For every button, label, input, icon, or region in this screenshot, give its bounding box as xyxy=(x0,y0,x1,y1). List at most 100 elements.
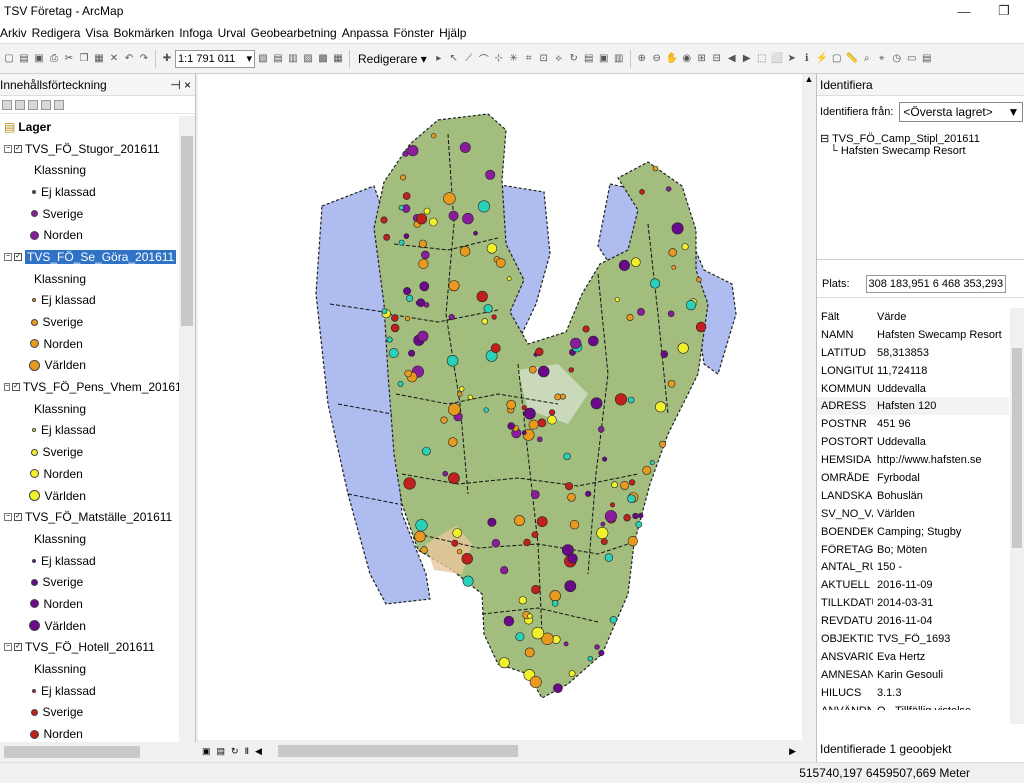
poi-marker[interactable] xyxy=(528,419,539,430)
poi-marker[interactable] xyxy=(695,321,707,333)
poi-marker[interactable] xyxy=(596,526,609,539)
menu-redigera[interactable]: Redigera xyxy=(32,26,86,40)
attribute-row[interactable]: REVDATUM 2016-11-04 xyxy=(817,612,1009,630)
toolbox-icon[interactable]: ▨ xyxy=(301,51,315,67)
poi-marker[interactable] xyxy=(402,192,411,200)
list-by-source-icon[interactable] xyxy=(15,99,25,110)
poi-marker[interactable] xyxy=(623,514,631,522)
poi-marker[interactable] xyxy=(685,300,697,311)
python-icon[interactable]: ▩ xyxy=(316,51,330,67)
poi-marker[interactable] xyxy=(564,580,577,593)
poi-marker[interactable] xyxy=(462,212,474,225)
poi-marker[interactable] xyxy=(565,482,574,491)
poi-marker[interactable] xyxy=(407,145,419,157)
poi-marker[interactable] xyxy=(414,530,426,543)
menu-bokmarken[interactable]: Bokmärken xyxy=(114,26,180,40)
poi-marker[interactable] xyxy=(486,243,498,254)
scroll-thumb[interactable] xyxy=(181,136,193,326)
poi-marker[interactable] xyxy=(551,599,559,607)
poi-marker[interactable] xyxy=(598,426,605,433)
poi-marker[interactable] xyxy=(632,512,639,520)
visibility-checkbox[interactable]: ✓ xyxy=(12,383,20,392)
full-extent-icon[interactable]: ◉ xyxy=(680,51,694,67)
poi-marker[interactable] xyxy=(600,538,608,545)
attribute-row[interactable]: LANDSKAP Bohuslän xyxy=(817,487,1009,505)
viewer-icon[interactable]: ▭ xyxy=(905,51,919,67)
poi-marker[interactable] xyxy=(553,683,563,694)
poi-marker[interactable] xyxy=(547,415,557,425)
menu-arkiv[interactable]: Arkiv xyxy=(0,26,32,40)
swipe-icon[interactable]: ▤ xyxy=(920,51,934,67)
hyperlink-icon[interactable]: ⚡ xyxy=(815,51,829,67)
layer-row[interactable]: − ✓ TVS_FÖ_Hotell_201611 xyxy=(0,637,180,659)
poi-marker[interactable] xyxy=(515,632,525,642)
poi-marker[interactable] xyxy=(567,492,576,502)
poi-marker[interactable] xyxy=(507,422,516,430)
poi-marker[interactable] xyxy=(530,490,540,499)
poi-marker[interactable] xyxy=(447,403,461,416)
poi-marker[interactable] xyxy=(523,407,536,420)
edit-annotation-icon[interactable]: ↖ xyxy=(447,51,461,67)
poi-marker[interactable] xyxy=(563,641,569,647)
poi-marker[interactable] xyxy=(420,546,428,554)
poi-marker[interactable] xyxy=(398,205,405,211)
poi-marker[interactable] xyxy=(431,133,437,139)
poi-marker[interactable] xyxy=(404,315,411,322)
collapse-icon[interactable]: − xyxy=(4,144,12,153)
add-data-icon[interactable]: ✚ xyxy=(160,51,174,67)
poi-marker[interactable] xyxy=(429,217,438,227)
poi-marker[interactable] xyxy=(406,294,414,302)
attribute-row[interactable]: FÖRETAGSK Bo; Möten xyxy=(817,541,1009,559)
poi-marker[interactable] xyxy=(448,472,460,485)
poi-marker[interactable] xyxy=(483,304,493,314)
undo-icon[interactable]: ↶ xyxy=(122,51,136,67)
poi-marker[interactable] xyxy=(568,367,574,373)
poi-marker[interactable] xyxy=(667,310,675,318)
poi-marker[interactable] xyxy=(462,575,474,587)
model-builder-icon[interactable]: ▦ xyxy=(331,51,345,67)
poi-marker[interactable] xyxy=(649,460,655,465)
new-document-icon[interactable]: ▢ xyxy=(2,51,16,67)
collapse-icon[interactable]: − xyxy=(4,513,12,522)
zoom-in-icon[interactable]: ⊕ xyxy=(635,51,649,67)
attribute-row[interactable]: LATITUD 58,313853 xyxy=(817,344,1009,362)
scroll-thumb[interactable] xyxy=(278,745,518,757)
menu-anpassa[interactable]: Anpassa xyxy=(342,26,394,40)
poi-marker[interactable] xyxy=(446,354,459,367)
paste-icon[interactable]: ▦ xyxy=(92,51,106,67)
poi-marker[interactable] xyxy=(594,644,600,650)
poi-marker[interactable] xyxy=(549,590,561,602)
poi-marker[interactable] xyxy=(627,396,635,404)
poi-marker[interactable] xyxy=(677,342,689,354)
attribute-row[interactable]: TILLKDATUM 2014-03-31 xyxy=(817,594,1009,612)
poi-marker[interactable] xyxy=(524,647,535,658)
map-vertical-scrollbar[interactable]: ▲ xyxy=(802,74,816,740)
poi-marker[interactable] xyxy=(549,409,556,416)
identify-from-select[interactable]: <Översta lagret> ▼ xyxy=(899,102,1024,122)
poi-marker[interactable] xyxy=(620,480,630,490)
find-icon[interactable]: ⌕ xyxy=(860,51,874,67)
poi-marker[interactable] xyxy=(386,336,393,343)
poi-marker[interactable] xyxy=(417,330,429,342)
refresh-icon[interactable]: ↻ xyxy=(231,746,239,757)
layer-row[interactable]: − ✓ TVS_FÖ_Se_Göra_201611 xyxy=(0,246,180,268)
delete-icon[interactable]: ✕ xyxy=(107,51,121,67)
toc-options-icon[interactable] xyxy=(54,99,64,110)
poi-marker[interactable] xyxy=(696,276,702,283)
poi-marker[interactable] xyxy=(397,380,404,387)
poi-marker[interactable] xyxy=(611,481,618,489)
poi-marker[interactable] xyxy=(531,626,545,640)
result-layer-node[interactable]: ⊟ TVS_FÖ_Camp_Stipl_201611 xyxy=(820,132,1021,145)
poi-marker[interactable] xyxy=(456,548,463,555)
poi-marker[interactable] xyxy=(523,538,531,547)
poi-marker[interactable] xyxy=(563,452,571,461)
poi-marker[interactable] xyxy=(404,369,412,378)
poi-marker[interactable] xyxy=(671,264,677,270)
poi-marker[interactable] xyxy=(614,297,620,302)
poi-marker[interactable] xyxy=(440,416,448,424)
cut-icon[interactable]: ✂ xyxy=(62,51,76,67)
poi-marker[interactable] xyxy=(483,407,489,413)
poi-marker[interactable] xyxy=(402,150,409,157)
goto-xy-icon[interactable]: ⌖ xyxy=(875,51,889,67)
layer-row[interactable]: − ✓ TVS_FÖ_Pens_Vhem_201611 xyxy=(0,376,180,398)
